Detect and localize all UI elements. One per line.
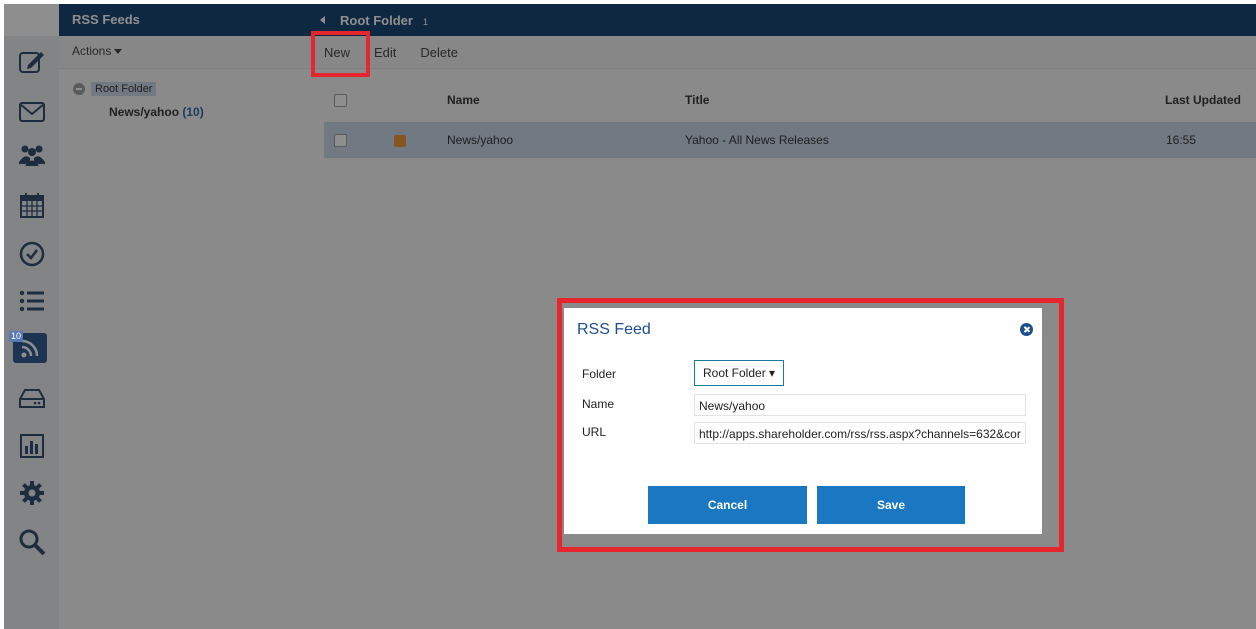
rss-feed-dialog: RSS Feed Folder Root Folder ▾ Name News/… [564,308,1042,534]
folder-label: Folder [582,367,617,381]
save-button[interactable]: Save [817,486,965,524]
folder-select[interactable]: Root Folder ▾ [694,360,785,386]
rss-badge: 10 [9,331,24,342]
name-label: Name [582,397,615,411]
cancel-button[interactable]: Cancel [648,486,807,524]
name-field[interactable]: News/yahoo [694,394,1026,416]
dialog-title: RSS Feed [577,321,651,338]
app-window: 10 RSS Feeds Actions Root Folder News/ya… [4,4,1256,629]
new-button-highlight [311,31,370,77]
close-icon[interactable] [1020,323,1033,336]
url-label: URL [582,425,607,439]
url-field[interactable]: http://apps.shareholder.com/rss/rss.aspx… [694,422,1026,444]
